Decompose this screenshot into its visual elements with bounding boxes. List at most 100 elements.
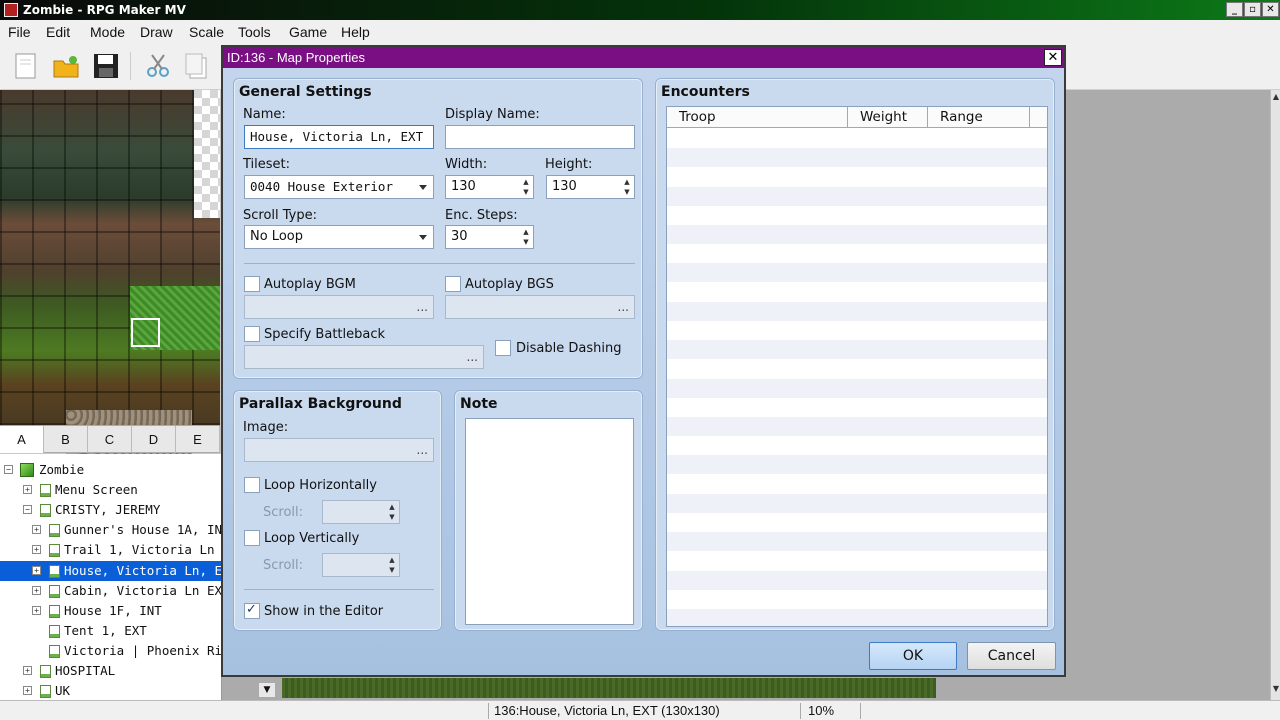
table-row[interactable] [667,436,1047,455]
menu-game[interactable]: Game [289,24,327,40]
tile-palette[interactable] [0,90,220,506]
disable-dashing-checkbox[interactable] [495,340,511,356]
menu-file[interactable]: File [8,24,31,40]
table-row[interactable] [667,493,1047,513]
spin-arrows-icon[interactable]: ▲ ▼ [622,177,632,197]
display-name-input[interactable] [445,125,635,149]
loop-horizontally-checkbox[interactable] [244,477,260,493]
table-row[interactable] [667,129,1047,148]
table-row[interactable] [667,378,1047,398]
scroll-down-arrow-icon[interactable]: ▼ [1271,684,1280,698]
column-header-troop[interactable]: Troop [667,107,848,128]
parallax-image-picker[interactable]: ... [244,438,434,462]
table-row[interactable] [667,570,1047,590]
table-row[interactable] [667,609,1047,626]
map-vertical-scrollbar[interactable]: ▲ ▼ [1270,90,1280,700]
table-row[interactable] [667,263,1047,283]
tab-d[interactable]: D [132,426,176,453]
menu-scale[interactable]: Scale [189,24,224,40]
table-row[interactable] [667,340,1047,360]
tree-item[interactable]: + House, Victoria Ln, EXT [0,560,221,581]
table-row[interactable] [667,225,1047,244]
tree-item[interactable]: + Menu Screen [0,480,221,500]
expand-icon[interactable]: + [23,485,32,495]
table-row[interactable] [667,359,1047,378]
restore-button[interactable]: ▫ [1244,2,1261,17]
autoplay-bgm-checkbox[interactable] [244,276,260,292]
save-project-icon[interactable] [92,52,120,80]
expand-icon[interactable]: + [32,525,41,535]
table-row[interactable] [667,513,1047,532]
expand-icon[interactable]: + [23,666,32,675]
expand-icon[interactable]: + [32,605,41,615]
tab-a[interactable]: A [0,426,44,453]
menu-mode[interactable]: Mode [90,24,125,40]
tree-item[interactable]: + UK [0,681,221,700]
spin-arrows-icon[interactable]: ▲ ▼ [521,177,531,197]
height-stepper[interactable]: 130 ▲ ▼ [546,175,635,199]
column-header-range[interactable]: Range [928,107,1030,128]
tileset-select[interactable]: 0040 House Exterior [244,175,434,199]
tree-item[interactable]: Tent 1, EXT [0,621,221,641]
scroll-type-select[interactable]: No Loop [244,225,434,249]
menu-help[interactable]: Help [341,24,370,40]
new-project-icon[interactable] [12,52,40,80]
ok-button[interactable]: OK [869,642,957,670]
minimize-button[interactable]: _ [1226,2,1243,17]
spin-arrows-icon[interactable]: ▲ ▼ [521,227,531,247]
note-textarea[interactable] [465,418,634,625]
autoplay-bgs-checkbox[interactable] [445,276,461,292]
table-row[interactable] [667,398,1047,417]
table-row[interactable] [667,532,1047,552]
tree-item[interactable]: + HOSPITAL [0,661,221,681]
tree-item[interactable]: + Cabin, Victoria Ln EXT [0,581,221,601]
table-row[interactable] [667,167,1047,186]
table-row[interactable] [667,301,1047,321]
encounters-table[interactable]: Troop Weight Range [666,106,1048,627]
tab-c[interactable]: C [88,426,132,453]
table-row[interactable] [667,244,1047,263]
show-in-editor-checkbox[interactable] [244,602,260,619]
menu-draw[interactable]: Draw [140,24,173,40]
table-row[interactable] [667,551,1047,570]
enc-steps-stepper[interactable]: 30 ▲ ▼ [445,225,534,249]
scroll-up-arrow-icon[interactable]: ▲ [1271,92,1280,106]
expand-icon[interactable]: + [32,545,41,555]
table-row[interactable] [667,417,1047,436]
open-project-icon[interactable] [52,52,80,80]
table-row[interactable] [667,321,1047,340]
loop-vertically-checkbox[interactable] [244,530,260,546]
specify-battleback-checkbox[interactable] [244,326,260,342]
copy-icon[interactable] [184,52,212,80]
collapse-icon[interactable]: − [23,505,32,515]
cancel-button[interactable]: Cancel [967,642,1056,670]
tree-item[interactable]: Victoria | Phoenix River [0,641,221,661]
column-header-weight[interactable]: Weight [848,107,928,128]
tree-item[interactable]: − Zombie [0,460,221,480]
tab-b[interactable]: B [44,426,88,453]
table-row[interactable] [667,148,1047,168]
expand-icon[interactable]: + [32,565,41,575]
expand-icon[interactable]: + [23,686,32,696]
dialog-close-button[interactable]: ✕ [1044,49,1062,66]
table-row[interactable] [667,475,1047,494]
menu-tools[interactable]: Tools [238,24,271,40]
expand-icon[interactable]: + [32,585,41,595]
table-row[interactable] [667,206,1047,225]
cut-icon[interactable] [144,52,172,80]
tree-item[interactable]: + Trail 1, Victoria Ln EXT [0,540,221,560]
table-row[interactable] [667,186,1047,206]
table-row[interactable] [667,455,1047,475]
tree-scroll-down-icon[interactable]: ▼ [258,682,276,698]
table-row[interactable] [667,590,1047,609]
tree-item[interactable]: + Gunner's House 1A, INT [0,520,221,540]
table-row[interactable] [667,283,1047,302]
tab-e[interactable]: E [176,426,220,453]
menu-edit[interactable]: Edit [46,24,70,40]
name-input[interactable]: House, Victoria Ln, EXT [244,125,434,149]
tree-item[interactable]: − CRISTY, JEREMY [0,500,221,520]
tree-item[interactable]: + House 1F, INT [0,601,221,621]
width-stepper[interactable]: 130 ▲ ▼ [445,175,534,199]
collapse-icon[interactable]: − [4,465,13,474]
close-window-button[interactable]: ✕ [1262,2,1279,17]
